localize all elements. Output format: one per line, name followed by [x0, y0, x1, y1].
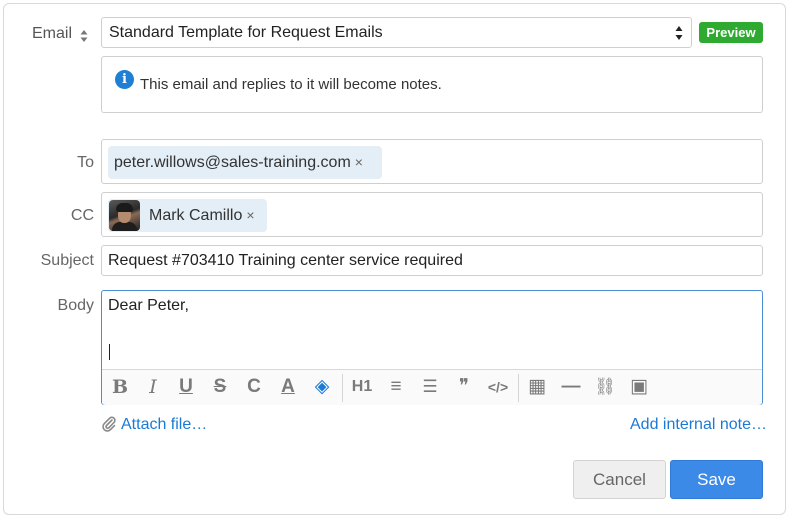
recipient-email: peter.willows@sales-training.com: [114, 154, 351, 171]
body-editor[interactable]: Dear Peter, B I U S C A ◈ H1 ≡ ☰ ❞ </> ▦…: [101, 290, 763, 405]
toolbar-divider: [342, 374, 343, 402]
strikethrough-icon[interactable]: S: [206, 374, 234, 400]
code-icon[interactable]: </>: [484, 374, 512, 400]
body-text: Dear Peter,: [108, 297, 189, 314]
underline-icon[interactable]: U: [172, 374, 200, 400]
text-color-icon[interactable]: A: [274, 374, 302, 400]
formatting-toolbar: B I U S C A ◈ H1 ≡ ☰ ❞ </> ▦ — ⛓ ▣: [102, 369, 762, 405]
bold-icon[interactable]: B: [106, 374, 134, 400]
to-field[interactable]: peter.willows@sales-training.com ×: [101, 139, 763, 184]
italic-icon[interactable]: I: [139, 374, 167, 400]
sort-arrows-icon[interactable]: [80, 29, 88, 43]
paperclip-icon: [102, 416, 116, 432]
preview-button[interactable]: Preview: [699, 22, 763, 43]
remove-cc-icon[interactable]: ×: [246, 207, 254, 223]
email-label: Email: [31, 25, 72, 42]
info-text: This email and replies to it will become…: [140, 76, 442, 93]
numbered-list-icon[interactable]: ≡: [382, 374, 410, 400]
body-label: Body: [57, 297, 94, 314]
subject-input[interactable]: Request #703410 Training center service …: [101, 245, 763, 276]
subject-label: Subject: [40, 252, 94, 269]
remove-recipient-icon[interactable]: ×: [355, 154, 363, 170]
cc-field[interactable]: Mark Camillo ×: [101, 192, 763, 237]
cc-name: Mark Camillo: [149, 207, 243, 224]
link-icon[interactable]: ⛓: [591, 374, 619, 400]
select-arrows-icon: [675, 26, 683, 40]
horizontal-rule-icon[interactable]: —: [557, 374, 585, 400]
template-select[interactable]: Standard Template for Request Emails: [101, 17, 692, 48]
bullet-list-icon[interactable]: ☰: [416, 374, 444, 400]
template-select-value: Standard Template for Request Emails: [109, 24, 383, 41]
subject-value: Request #703410 Training center service …: [108, 252, 463, 269]
attach-file-link[interactable]: Attach file…: [101, 416, 207, 434]
recipient-token[interactable]: peter.willows@sales-training.com ×: [108, 146, 382, 179]
clear-format-icon[interactable]: C: [240, 374, 268, 400]
text-caret: [109, 344, 110, 360]
add-internal-note-link[interactable]: Add internal note…: [630, 416, 767, 434]
toolbar-divider: [518, 374, 519, 402]
heading-icon[interactable]: H1: [348, 374, 376, 400]
highlight-icon[interactable]: ◈: [308, 374, 336, 400]
quote-icon[interactable]: ❞: [450, 374, 478, 400]
table-icon[interactable]: ▦: [523, 374, 551, 400]
attach-file-label: Attach file…: [121, 416, 208, 433]
info-box: i This email and replies to it will beco…: [101, 56, 763, 113]
cancel-button[interactable]: Cancel: [573, 460, 666, 499]
cc-label: CC: [70, 207, 94, 224]
cc-token[interactable]: Mark Camillo ×: [108, 199, 267, 232]
avatar: [109, 200, 140, 231]
preview-button-label: Preview: [706, 25, 756, 40]
info-icon: i: [115, 70, 134, 89]
image-icon[interactable]: ▣: [625, 374, 653, 400]
to-label: To: [77, 154, 94, 171]
save-button[interactable]: Save: [670, 460, 763, 499]
